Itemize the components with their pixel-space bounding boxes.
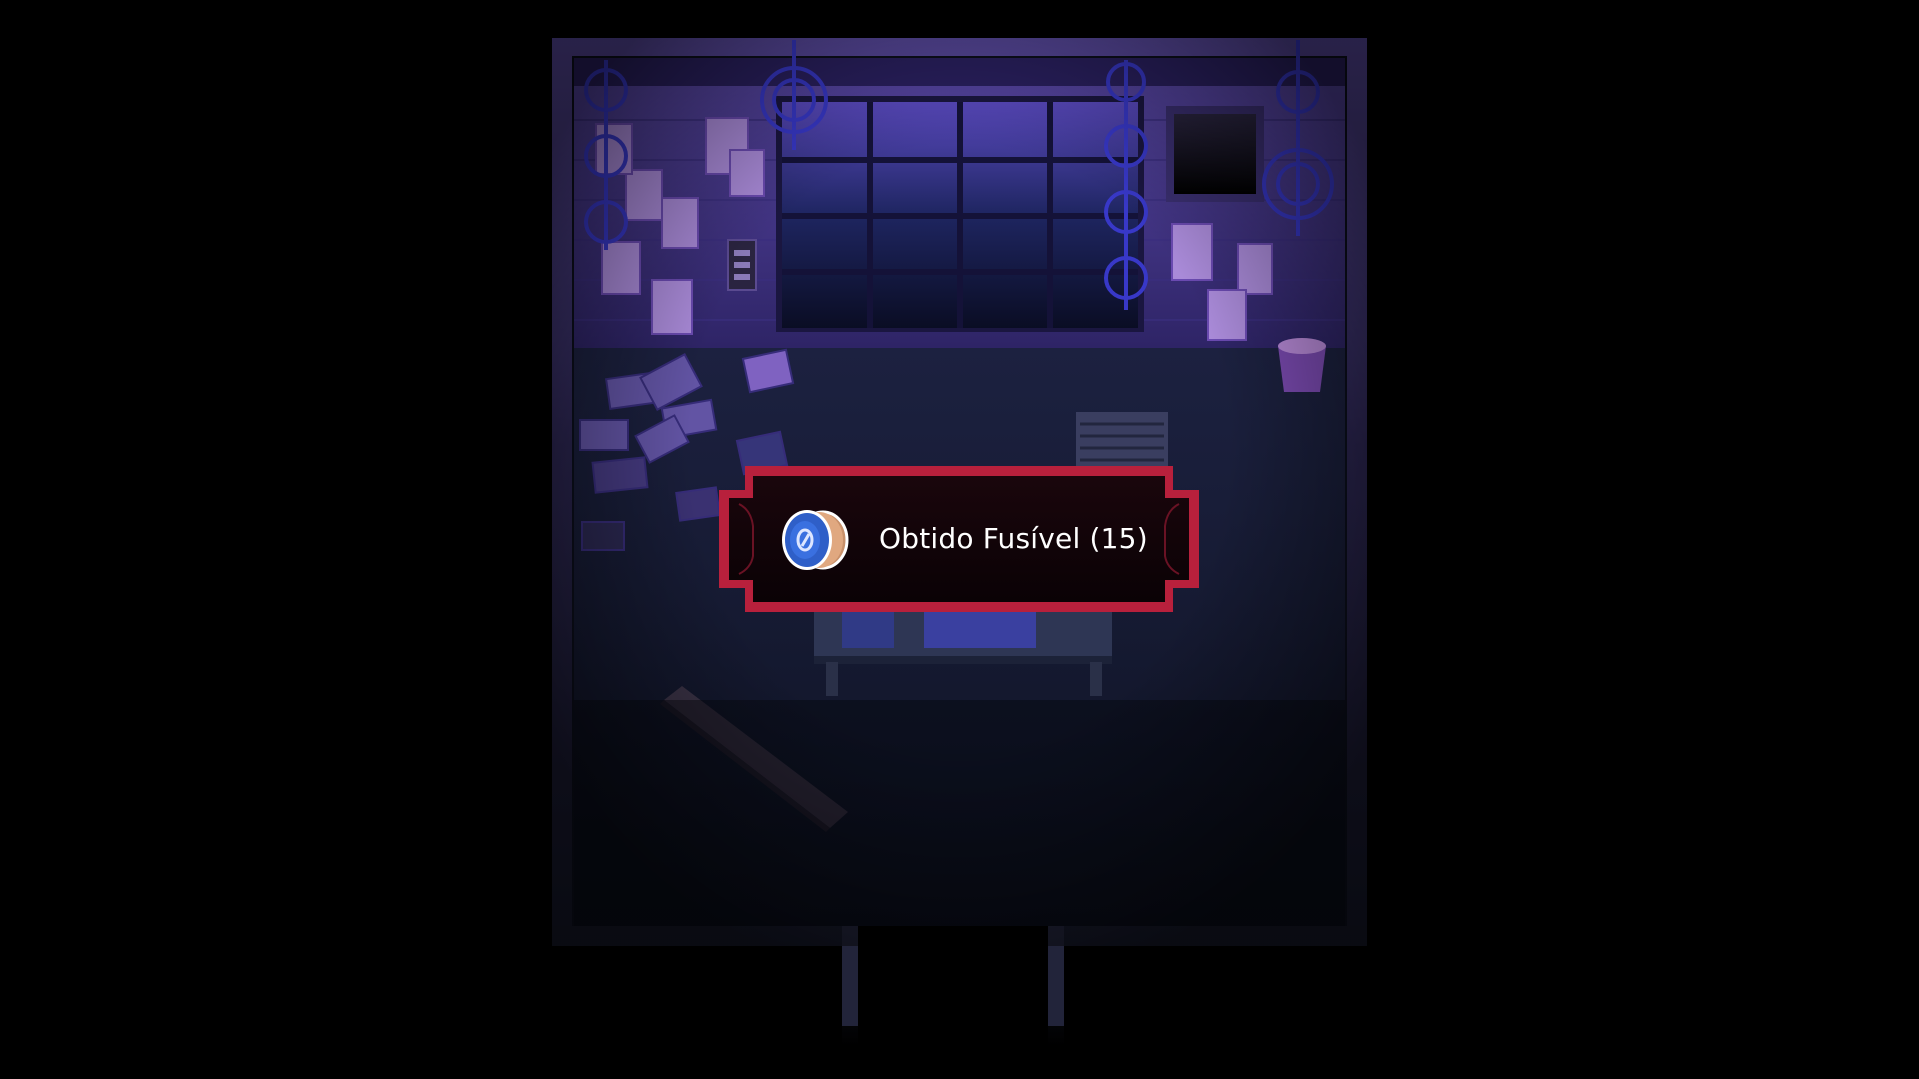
game-scene: Obtido Fusível (15) bbox=[0, 0, 1919, 1079]
fuse-coin-icon bbox=[782, 510, 849, 570]
notification-text: Obtido Fusível (15) bbox=[879, 522, 1148, 555]
item-obtained-notification: Obtido Fusível (15) bbox=[717, 464, 1201, 614]
